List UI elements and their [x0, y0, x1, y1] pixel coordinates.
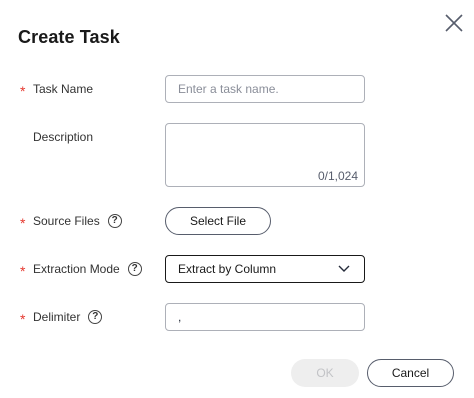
delimiter-label-group: * Delimiter ?: [20, 302, 103, 332]
extraction-mode-label: Extraction Mode: [33, 262, 120, 276]
extraction-mode-select[interactable]: Extract by Column: [165, 255, 365, 283]
help-icon[interactable]: ?: [88, 310, 103, 324]
required-marker: *: [20, 83, 26, 99]
dialog-title: Create Task: [18, 27, 120, 47]
description-label-group: Description: [20, 122, 93, 152]
task-name-label-group: * Task Name: [20, 74, 93, 104]
character-counter: 0/1,024: [317, 169, 358, 183]
ok-button[interactable]: OK: [291, 359, 359, 387]
cancel-button[interactable]: Cancel: [367, 359, 454, 387]
close-icon: [445, 14, 463, 32]
help-icon[interactable]: ?: [127, 262, 142, 276]
close-button[interactable]: [443, 12, 465, 34]
source-files-label-group: * Source Files ?: [20, 206, 122, 236]
delimiter-row: * Delimiter ? ,: [0, 302, 474, 332]
select-file-button[interactable]: Select File: [165, 207, 271, 235]
description-label: Description: [33, 130, 94, 144]
delimiter-label: Delimiter: [33, 310, 81, 324]
task-name-input[interactable]: Enter a task name.: [165, 75, 365, 103]
help-icon[interactable]: ?: [107, 214, 122, 228]
task-name-row: * Task Name Enter a task name.: [0, 74, 474, 104]
task-name-label: Task Name: [33, 82, 94, 96]
description-textarea[interactable]: 0/1,024: [165, 123, 365, 187]
create-task-dialog: Create Task * Task Name Enter a task nam…: [0, 0, 474, 398]
required-marker: *: [20, 263, 26, 279]
extraction-mode-value: Extract by Column: [178, 262, 277, 276]
source-files-label: Source Files: [33, 214, 100, 228]
delimiter-input[interactable]: ,: [165, 303, 365, 331]
chevron-down-icon: [338, 265, 350, 272]
extraction-mode-label-group: * Extraction Mode ?: [20, 254, 142, 284]
required-marker: *: [20, 311, 26, 327]
required-marker: *: [20, 215, 26, 231]
